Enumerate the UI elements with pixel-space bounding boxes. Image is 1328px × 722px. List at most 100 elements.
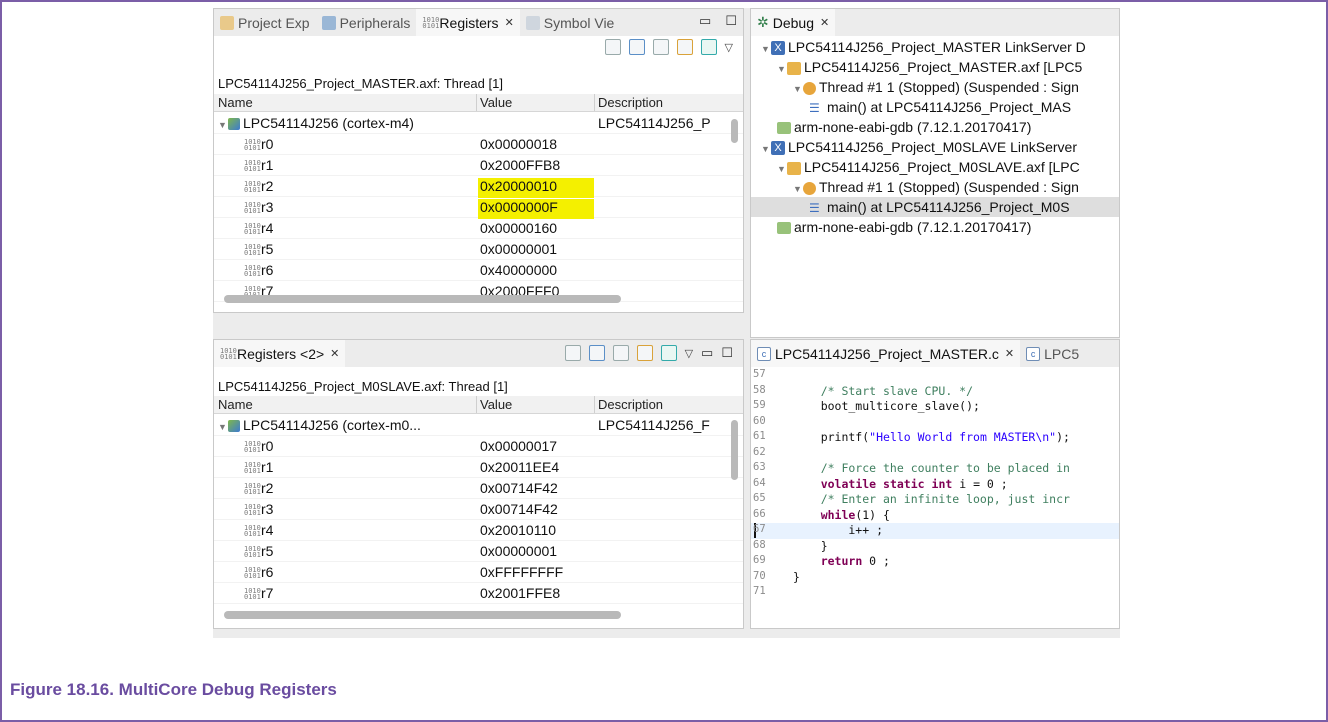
debug-tree-item-frame[interactable]: ☰ main() at LPC54114J256_Project_MAS — [751, 97, 1119, 117]
register-row[interactable]: 1010 0101r5 0x00000001 — [214, 239, 743, 260]
register-row[interactable]: 1010 0101r5 0x00000001 — [214, 541, 743, 562]
debug-tree-item-frame[interactable]: ☰ main() at LPC54114J256_Project_M0S — [751, 197, 1119, 217]
code-line[interactable]: 71 — [751, 585, 1119, 601]
pin-icon[interactable] — [660, 345, 677, 361]
expand-icon[interactable]: ▼ — [793, 84, 803, 94]
column-description[interactable]: Description — [598, 95, 663, 110]
register-group-row[interactable]: ▼ LPC54114J256 (cortex-m0... LPC54114J256_… — [214, 415, 743, 436]
view-menu-icon[interactable]: ▽ — [685, 347, 693, 360]
register-value[interactable]: 0x20000010 — [478, 178, 594, 198]
view-menu-icon[interactable]: ▽ — [725, 41, 733, 54]
code-line[interactable]: 70} — [751, 570, 1119, 586]
column-name[interactable]: Name — [218, 397, 253, 412]
register-value[interactable]: 0x00000001 — [478, 543, 594, 563]
register-row[interactable]: 1010 0101r0 0x00000017 — [214, 436, 743, 457]
collapse-all-icon[interactable] — [652, 39, 669, 55]
debug-tree-item-thread[interactable]: ▼ Thread #1 1 (Stopped) (Suspended : Sign — [751, 77, 1119, 97]
expand-icon[interactable]: ▼ — [218, 120, 228, 130]
maximize-icon[interactable]: ☐ — [721, 345, 733, 361]
debug-tree-item-launch[interactable]: ▼ X LPC54114J256_Project_MASTER LinkServer… — [751, 37, 1119, 57]
vertical-scrollbar[interactable] — [731, 119, 738, 143]
tab-registers-2[interactable]: 1010 0101 Registers <2> ✕ — [214, 340, 346, 367]
expand-icon[interactable]: ▼ — [777, 64, 787, 74]
register-value[interactable]: 0x00000001 — [478, 241, 594, 261]
register-row[interactable]: 1010 0101r3 0x0000000F — [214, 197, 743, 219]
close-icon[interactable]: ✕ — [1005, 347, 1014, 360]
register-value[interactable]: 0x20011EE4 — [478, 459, 594, 479]
collapse-all-icon[interactable] — [612, 345, 629, 361]
register-value[interactable]: 0x00000018 — [478, 136, 594, 156]
register-value[interactable]: 0x00000017 — [478, 438, 594, 458]
register-row[interactable]: 1010 0101r3 0x00714F42 — [214, 499, 743, 520]
register-row[interactable]: 1010 0101r6 0xFFFFFFFF — [214, 562, 743, 583]
register-value[interactable]: 0x0000000F — [478, 199, 594, 219]
register-row[interactable]: 1010 0101r1 0x2000FFB8 — [214, 155, 743, 176]
register-group-row[interactable]: ▼ LPC54114J256 (cortex-m4) LPC54114J256_P — [214, 113, 743, 134]
column-value[interactable]: Value — [480, 397, 512, 412]
register-row[interactable]: 1010 0101r7 0x2001FFE8 — [214, 583, 743, 604]
expand-icon[interactable]: ▼ — [793, 184, 803, 194]
pin-icon[interactable] — [700, 39, 717, 55]
register-row[interactable]: 1010 0101r6 0x40000000 — [214, 260, 743, 281]
register-row[interactable]: 1010 0101r4 0x00000160 — [214, 218, 743, 239]
group-icon[interactable] — [588, 345, 605, 361]
vertical-scrollbar[interactable] — [731, 420, 738, 480]
register-value[interactable]: 0x2001FFE8 — [478, 585, 594, 605]
tab-registers[interactable]: 1010 0101 Registers ✕ — [416, 9, 520, 36]
new-group-icon[interactable] — [636, 345, 653, 361]
register-row[interactable]: 1010 0101r4 0x20010110 — [214, 520, 743, 541]
register-value[interactable]: 0x2000FFB8 — [478, 157, 594, 177]
expand-icon[interactable]: ▼ — [218, 422, 228, 432]
code-line[interactable]: 58 /* Start slave CPU. */ — [751, 384, 1119, 400]
refresh-icon[interactable] — [604, 39, 621, 55]
new-group-icon[interactable] — [676, 39, 693, 55]
debug-tree-item-launch[interactable]: ▼ X LPC54114J256_Project_M0SLAVE LinkServe… — [751, 137, 1119, 157]
register-value[interactable]: 0x40000000 — [478, 262, 594, 282]
tab-editor-other[interactable]: c LPC5 — [1020, 340, 1085, 367]
column-name[interactable]: Name — [218, 95, 253, 110]
minimize-icon[interactable]: ▭ — [699, 13, 711, 29]
group-icon[interactable] — [628, 39, 645, 55]
code-line[interactable]: 62 — [751, 446, 1119, 462]
code-line[interactable]: 63 /* Force the counter to be placed in — [751, 461, 1119, 477]
code-line[interactable]: 68 } — [751, 539, 1119, 555]
tab-symbol-viewer[interactable]: Symbol Vie — [520, 9, 621, 36]
debug-tree-item-gdb[interactable]: arm-none-eabi-gdb (7.12.1.20170417) — [751, 217, 1119, 237]
column-value[interactable]: Value — [480, 95, 512, 110]
column-description[interactable]: Description — [598, 397, 663, 412]
debug-tree-item-exe[interactable]: ▼ LPC54114J256_Project_MASTER.axf [LPC5 — [751, 57, 1119, 77]
tab-peripherals[interactable]: Peripherals — [316, 9, 417, 36]
register-value[interactable]: 0xFFFFFFFF — [478, 564, 594, 584]
debug-tree-item-gdb[interactable]: arm-none-eabi-gdb (7.12.1.20170417) — [751, 117, 1119, 137]
close-icon[interactable]: ✕ — [820, 16, 829, 29]
debug-tree-item-thread[interactable]: ▼ Thread #1 1 (Stopped) (Suspended : Sign — [751, 177, 1119, 197]
code-line[interactable]: 59 boot_multicore_slave(); — [751, 399, 1119, 415]
refresh-icon[interactable] — [564, 345, 581, 361]
register-value[interactable]: 0x20010110 — [478, 522, 594, 542]
code-line[interactable]: 69 return 0 ; — [751, 554, 1119, 570]
tab-debug[interactable]: ✲ Debug ✕ — [751, 9, 836, 36]
horizontal-scrollbar[interactable] — [224, 611, 621, 619]
code-line[interactable]: 64 volatile static int i = 0 ; — [751, 477, 1119, 493]
minimize-icon[interactable]: ▭ — [701, 345, 713, 361]
debug-tree-item-exe[interactable]: ▼ LPC54114J256_Project_M0SLAVE.axf [LPC — [751, 157, 1119, 177]
horizontal-scrollbar[interactable] — [224, 295, 621, 303]
register-value[interactable]: 0x00000160 — [478, 220, 594, 240]
code-line[interactable]: 60 — [751, 415, 1119, 431]
expand-icon[interactable]: ▼ — [761, 44, 771, 54]
tab-project-explorer[interactable]: Project Exp — [214, 9, 316, 36]
register-row[interactable]: 1010 0101r2 0x00714F42 — [214, 478, 743, 499]
code-line[interactable]: 57 — [751, 368, 1119, 384]
code-area[interactable]: 57 58 /* Start slave CPU. */59 boot_multi… — [751, 368, 1119, 601]
register-value[interactable]: 0x00714F42 — [478, 480, 594, 500]
code-line[interactable]: 61 printf("Hello World from MASTER\n"); — [751, 430, 1119, 446]
register-row[interactable]: 1010 0101r2 0x20000010 — [214, 176, 743, 198]
code-line[interactable]: 66 while(1) { — [751, 508, 1119, 524]
expand-icon[interactable]: ▼ — [761, 144, 771, 154]
register-value[interactable]: 0x00714F42 — [478, 501, 594, 521]
close-icon[interactable]: ✕ — [330, 347, 339, 360]
expand-icon[interactable]: ▼ — [777, 164, 787, 174]
tab-editor-master[interactable]: c LPC54114J256_Project_MASTER.c ✕ — [751, 340, 1021, 367]
register-row[interactable]: 1010 0101r0 0x00000018 — [214, 134, 743, 155]
code-line[interactable]: 65 /* Enter an infinite loop, just incr — [751, 492, 1119, 508]
